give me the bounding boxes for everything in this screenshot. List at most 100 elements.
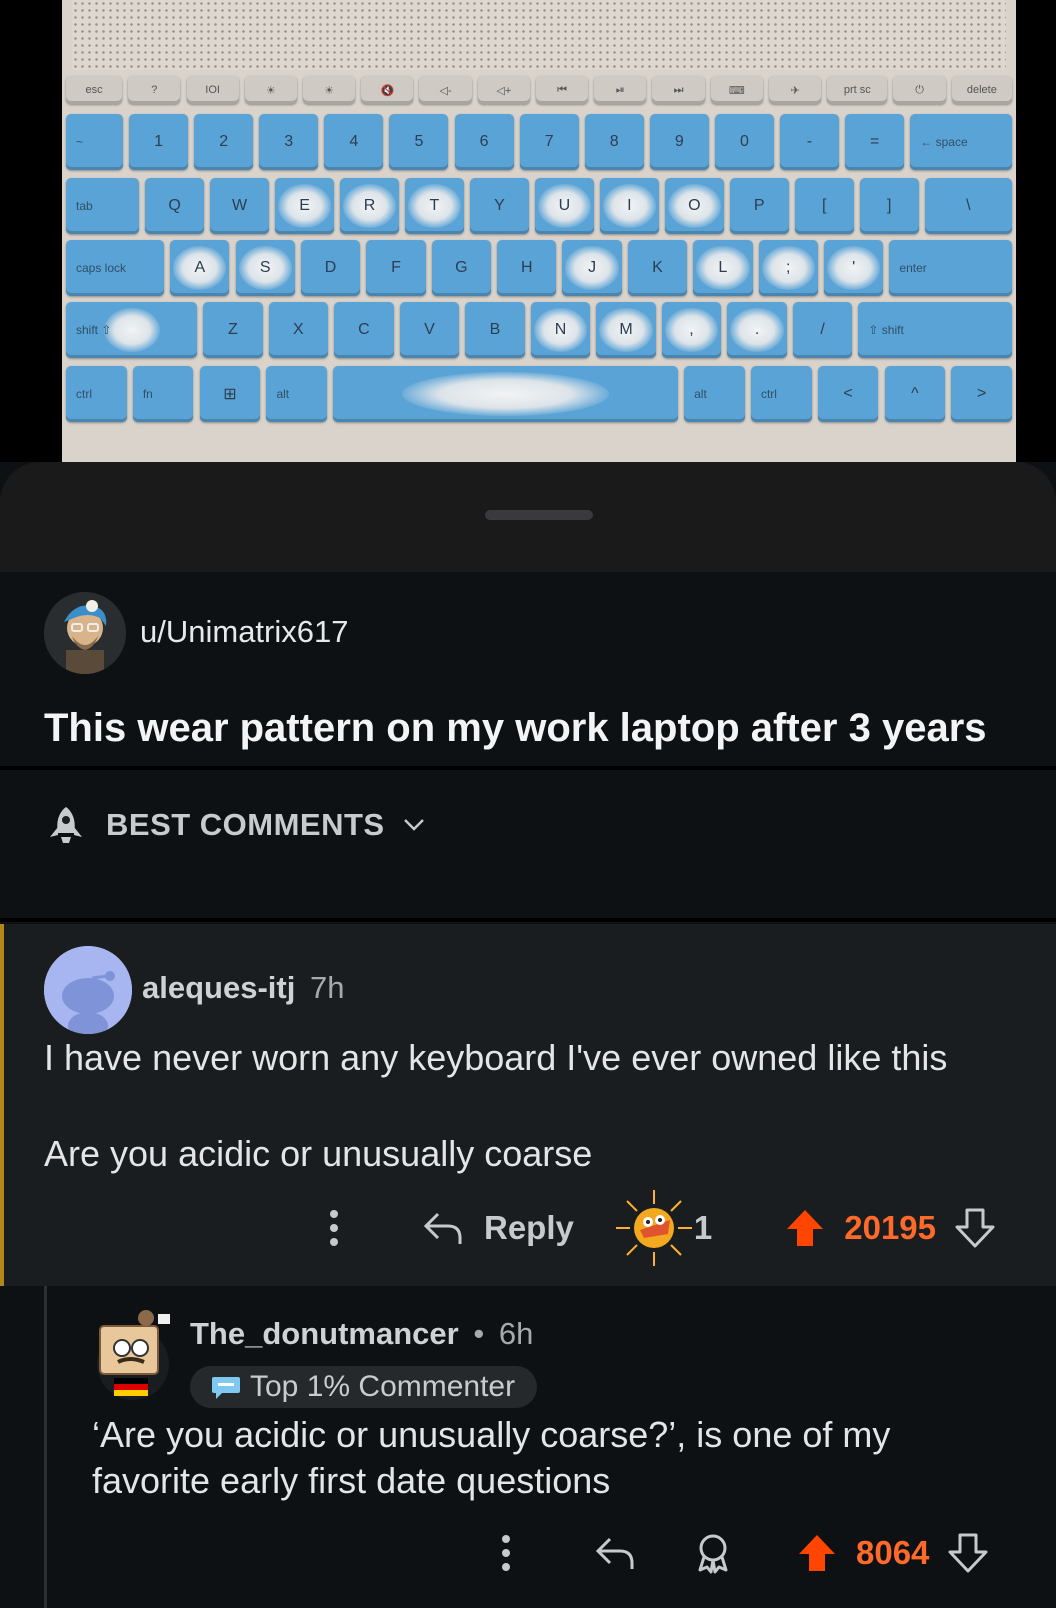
key-label: H <box>520 259 533 276</box>
keyboard-key: [ <box>794 178 854 234</box>
keyboard-key: 6 <box>454 114 514 170</box>
key-label: ] <box>886 197 892 214</box>
key-label: ☀ <box>265 84 276 97</box>
keyboard-key: ✈ <box>768 76 822 104</box>
key-label: ⏮ <box>557 83 568 96</box>
keyboard-key <box>333 366 678 422</box>
key-label: F <box>391 259 401 276</box>
key-label: 0 <box>740 133 749 150</box>
key-label: V <box>424 321 435 338</box>
comment-username[interactable]: aleques-itj <box>142 970 295 1005</box>
keyboard-key: X <box>268 302 329 358</box>
more-vertical-icon <box>330 1210 338 1246</box>
sort-selector[interactable]: BEST COMMENTS <box>44 800 425 850</box>
keyboard-key: > <box>951 366 1012 422</box>
thread-line[interactable] <box>44 1286 47 1608</box>
upvote-button[interactable]: 20195 <box>784 1207 936 1249</box>
flair-text: Top 1% Commenter <box>250 1370 516 1403</box>
post-author[interactable]: u/Unimatrix617 <box>140 614 348 650</box>
keyboard-key: A <box>170 240 230 296</box>
more-options-button[interactable] <box>326 1208 342 1248</box>
keyboard-key: 4 <box>324 114 384 170</box>
key-label: - <box>806 133 813 150</box>
keyboard-key: D <box>300 240 361 296</box>
key-label: IOI <box>205 84 220 96</box>
key-label: 9 <box>674 133 684 150</box>
key-label: enter <box>899 261 927 275</box>
key-label: ⊞ <box>223 386 237 403</box>
comment-avatar[interactable] <box>44 946 132 1034</box>
key-label: 7 <box>544 133 554 150</box>
keyboard-key: Z <box>203 302 263 358</box>
keyboard-key: ; <box>758 240 818 296</box>
post-image[interactable]: esc? IOI ☀ ☀ 🔇 ◁- ◁+ ⏮ ⏯ ⏭ ⌨ ✈ prt sc ⏻ delete ~1 2 3 4 5 6 7… <box>0 0 1056 470</box>
key-label: A <box>194 259 206 276</box>
key-label: fn <box>142 387 153 401</box>
key-label: 6 <box>479 133 489 150</box>
drag-handle[interactable] <box>485 510 593 520</box>
keyboard-key: ⊞ <box>199 366 261 422</box>
keyboard-key: ⇧ shift <box>858 302 1012 358</box>
keyboard-key: esc <box>66 76 123 104</box>
keyboard-key: 0 <box>714 114 774 170</box>
op-avatar[interactable] <box>44 592 126 674</box>
key-label: R <box>363 197 376 214</box>
keyboard-key: 7 <box>519 114 579 170</box>
keyboard-key: ◁- <box>419 76 472 104</box>
award-outline-icon <box>698 1534 728 1574</box>
keyboard-key: T <box>405 178 464 234</box>
key-label: . <box>754 321 760 338</box>
keyboard-key: alt <box>266 366 328 422</box>
award-count: 1 <box>693 1209 713 1246</box>
reply-button[interactable]: Reply <box>422 1209 574 1247</box>
key-label: X <box>293 321 304 338</box>
key-label: ctrl <box>76 387 92 401</box>
key-label: C <box>358 321 370 338</box>
key-label: \ <box>966 197 971 214</box>
keyboard-key: tab <box>66 178 140 234</box>
key-label: tab <box>76 199 93 213</box>
award-button[interactable]: 1 <box>614 1188 712 1268</box>
keyboard-key: C <box>334 302 394 358</box>
comment-bubble-icon <box>212 1377 240 1399</box>
more-options-button[interactable] <box>498 1533 514 1573</box>
key-label: Y <box>494 197 505 214</box>
key-label: ? <box>151 84 158 96</box>
comment-meta: aleques-itj 7h <box>142 970 344 1006</box>
keyboard-key: ] <box>859 178 919 234</box>
key-label: ; <box>786 259 791 276</box>
comment-username[interactable]: The_donutmancer <box>190 1316 459 1351</box>
upvote-button[interactable]: 8064 <box>796 1532 929 1574</box>
comment-avatar[interactable] <box>92 1308 174 1400</box>
keyboard-key: , <box>661 302 722 358</box>
keyboard-key: K <box>627 240 688 296</box>
key-label: 5 <box>414 133 424 150</box>
key-label: ~ <box>76 135 84 149</box>
downvote-button[interactable] <box>954 1207 996 1249</box>
vote-score: 20195 <box>844 1209 936 1246</box>
key-label: ⇧ shift <box>868 323 904 337</box>
keyboard-key: G <box>431 240 491 296</box>
award-button[interactable] <box>692 1532 734 1574</box>
keyboard-key: 8 <box>584 114 644 170</box>
keyboard-key: prt sc <box>827 76 888 104</box>
keyboard-key: - <box>780 114 840 170</box>
key-label: B <box>489 321 501 338</box>
key-label: M <box>619 321 633 338</box>
key-label: [ <box>821 197 827 214</box>
reply-button[interactable] <box>594 1535 636 1571</box>
key-label: ctrl <box>760 387 777 401</box>
downvote-button[interactable] <box>947 1532 989 1574</box>
keyboard-key: ' <box>824 240 884 296</box>
key-label: J <box>588 259 597 276</box>
keyboard-key: caps lock <box>66 240 165 296</box>
key-label: ◁+ <box>496 84 512 97</box>
divider <box>0 766 1056 770</box>
keyboard-key: < <box>817 366 879 422</box>
comment-time: 6h <box>498 1316 534 1351</box>
upvote-icon <box>799 1535 835 1571</box>
keyboard-key: ◁+ <box>477 76 530 104</box>
more-vertical-icon <box>502 1535 510 1571</box>
key-label: E <box>299 197 310 214</box>
key-label: prt sc <box>843 84 871 96</box>
